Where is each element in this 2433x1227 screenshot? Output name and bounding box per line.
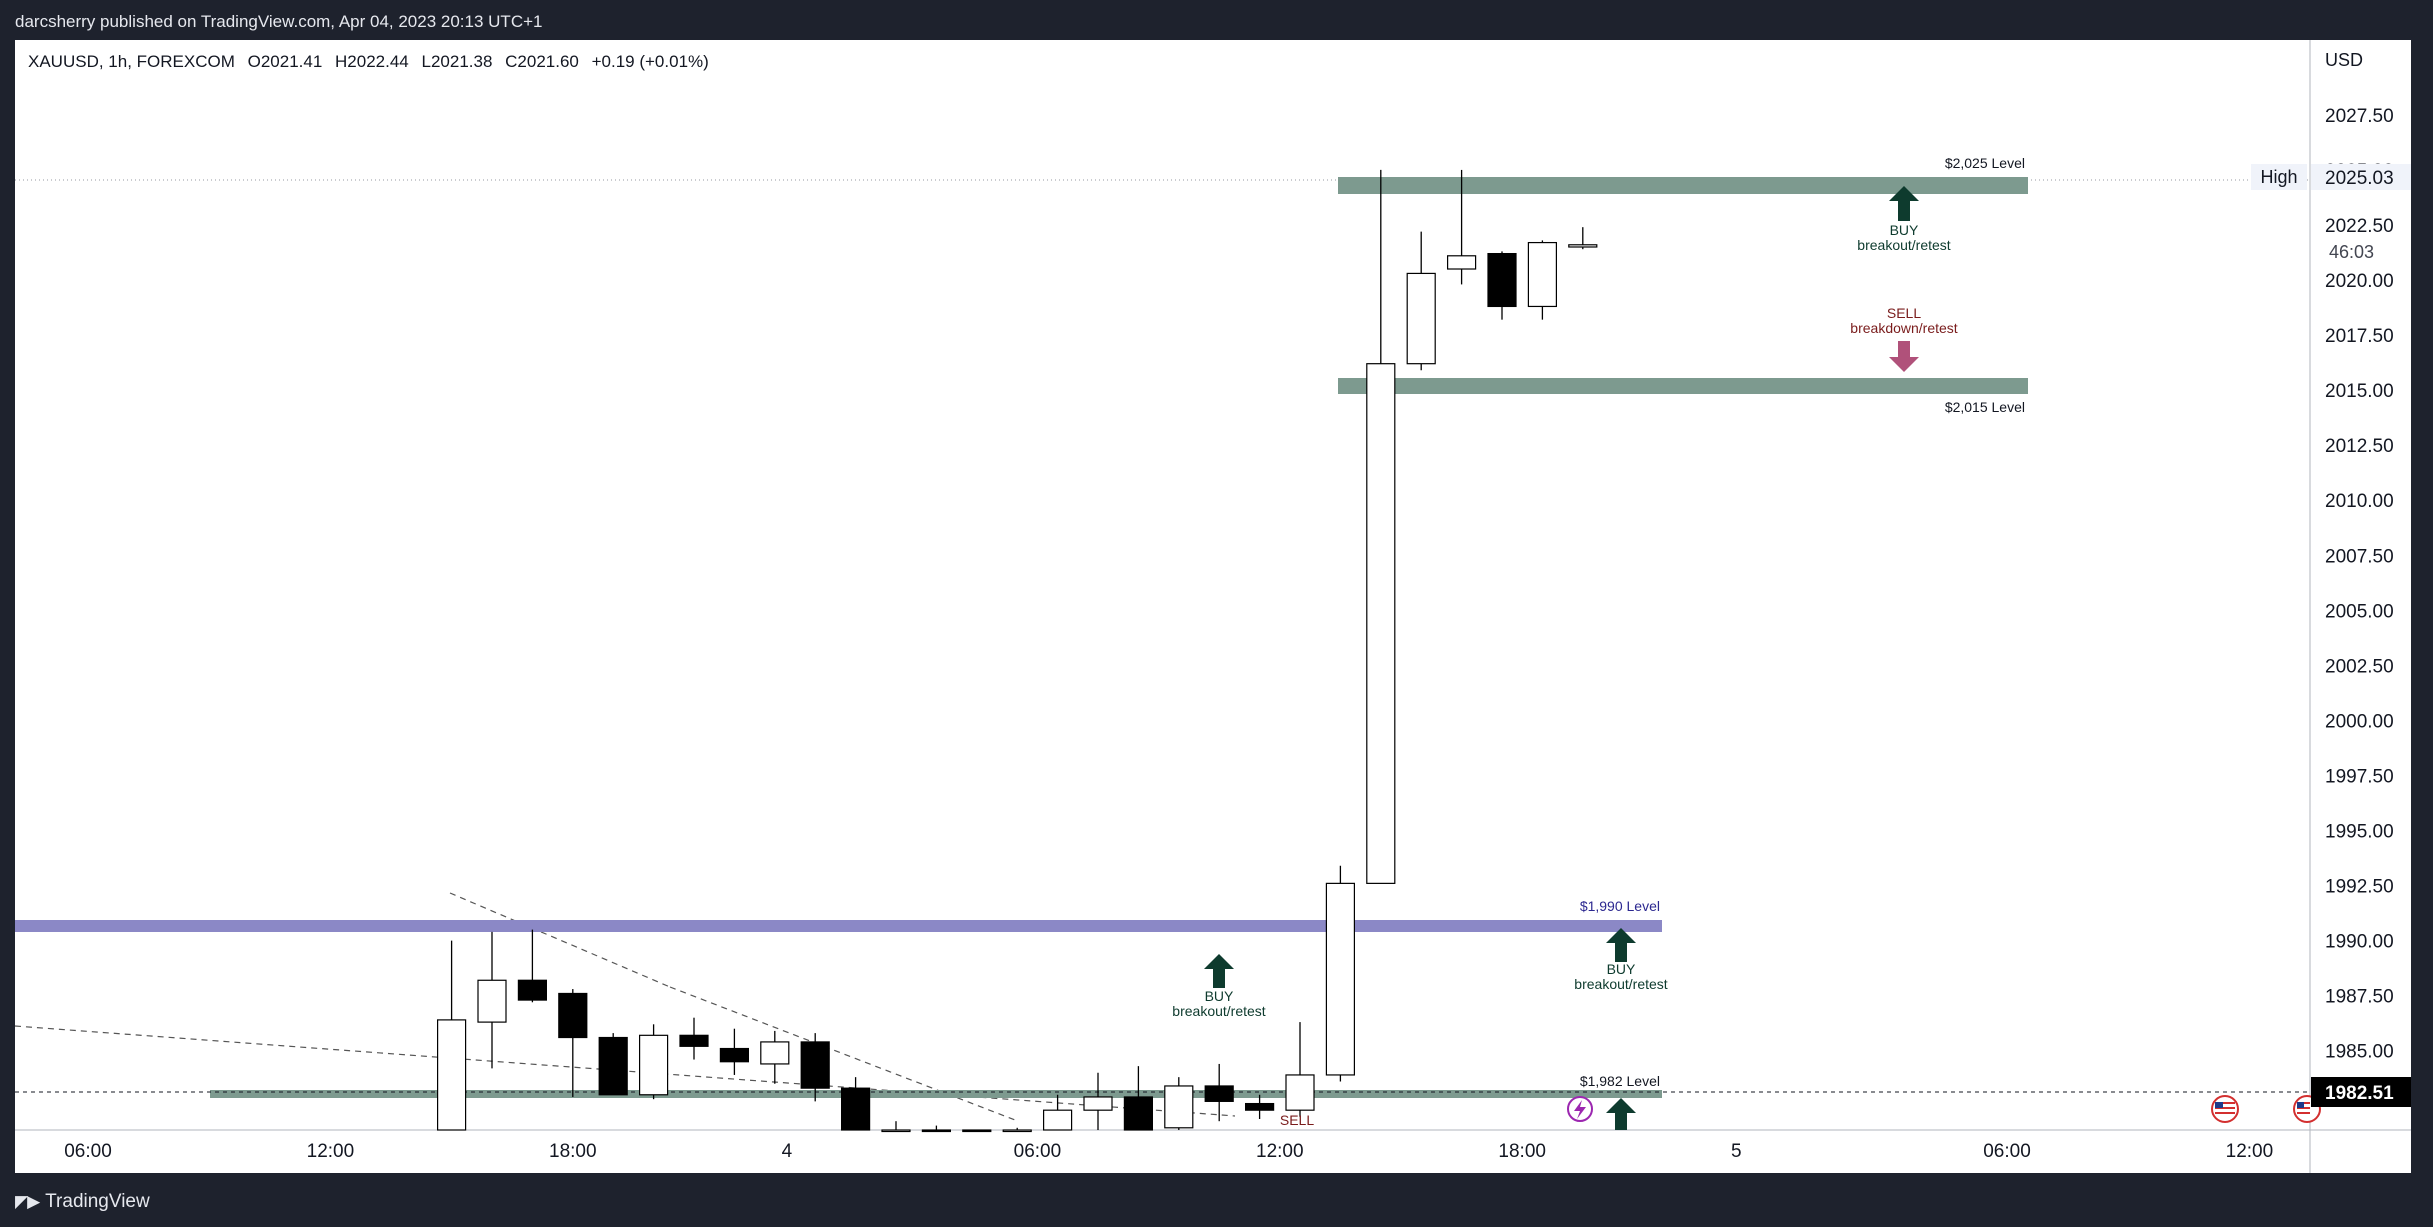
price-tick-label: 1992.50 — [2325, 877, 2394, 898]
price-tick-label: 1987.50 — [2325, 987, 2394, 1008]
chart-svg[interactable]: XAUUSD, 1h, FOREXCOM O2021.41 H2022.44 L… — [14, 40, 2411, 1173]
price-tick-label: 2005.00 — [2325, 601, 2394, 622]
time-tick-label: 4 — [782, 1141, 793, 1162]
legend-change: +0.19 (+0.01%) — [592, 52, 709, 71]
price-tick-label: 2000.00 — [2325, 711, 2394, 732]
candle — [962, 1129, 992, 1133]
candle-body-bull — [1568, 244, 1598, 248]
candle — [1325, 865, 1356, 1082]
price-tick-label: 2017.50 — [2325, 326, 2394, 347]
legend-open: O2021.41 — [248, 52, 323, 71]
candle-body-bull — [1406, 272, 1436, 365]
candle-body-bear — [800, 1041, 830, 1089]
tradingview-brand: TradingView — [45, 1191, 150, 1212]
candle — [638, 1024, 669, 1100]
price-tick-label: 2010.00 — [2325, 491, 2394, 512]
legend-line: XAUUSD, 1h, FOREXCOM O2021.41 H2022.44 L… — [28, 52, 709, 71]
chart-area[interactable]: XAUUSD, 1h, FOREXCOM O2021.41 H2022.44 L… — [14, 40, 2411, 1173]
buy-mid-label: BUY — [1205, 988, 1234, 1004]
candle-body-bull — [1083, 1096, 1113, 1111]
time-tick-label: 18:00 — [1498, 1141, 1546, 1162]
candle-body-bull — [477, 979, 507, 1023]
candle-body-bear — [1487, 252, 1517, 308]
price-tick-label: 2002.50 — [2325, 656, 2394, 677]
sell-top-sub: breakdown/retest — [1850, 320, 1958, 336]
buy-top-label: BUY — [1890, 222, 1919, 238]
price-tick-label: 2015.00 — [2325, 381, 2394, 402]
last-price: 1982.51 — [2325, 1083, 2394, 1104]
candle-body-bull — [638, 1034, 669, 1096]
candle-body-bear — [1204, 1085, 1234, 1102]
high-value: 2025.03 — [2325, 168, 2394, 189]
price-tick-label: 2012.50 — [2325, 436, 2394, 457]
candle-body-bull — [1446, 255, 1477, 270]
price-tick-label: 1995.00 — [2325, 822, 2394, 843]
candle-body-bull — [1042, 1109, 1073, 1131]
time-tick-label: 18:00 — [549, 1141, 597, 1162]
candle-body-bear — [679, 1034, 709, 1047]
level-label-2015: $2,015 Level — [1945, 399, 2025, 415]
price-tick-label: 1990.00 — [2325, 932, 2394, 953]
sell-low-label: SELL — [1280, 1112, 1314, 1128]
footer-bar — [0, 1173, 2433, 1227]
candle-body-bear — [921, 1129, 952, 1133]
candle-body-bear — [719, 1047, 750, 1063]
legend-close: C2021.60 — [505, 52, 579, 71]
legend-high: H2022.44 — [335, 52, 409, 71]
level-zone-2015[interactable] — [1338, 378, 2028, 394]
publisher-text: darcsherry published on TradingView.com,… — [15, 12, 543, 31]
candle-body-bull — [1002, 1129, 1032, 1133]
level-label-1990: $1,990 Level — [1580, 898, 1660, 914]
price-tick-label: 2020.00 — [2325, 271, 2394, 292]
time-tick-label: 5 — [1731, 1141, 1742, 1162]
high-tag-label: High — [2260, 167, 2297, 187]
candle-body-bull — [1164, 1085, 1194, 1129]
candle-body-bear — [962, 1129, 992, 1133]
price-tick-label: 1997.50 — [2325, 766, 2394, 787]
level-label-2025: $2,025 Level — [1945, 155, 2025, 171]
price-tick-label: 1985.00 — [2325, 1042, 2394, 1063]
candle-body-bear — [1123, 1096, 1154, 1131]
tradingview-logo[interactable]: ◤▶ TradingView — [15, 1191, 150, 1213]
time-tick-label: 12:00 — [307, 1141, 355, 1162]
sell-top-label: SELL — [1887, 305, 1921, 321]
level-zone-2025[interactable] — [1338, 177, 2028, 194]
level-zone-1990[interactable] — [15, 920, 1662, 932]
candle-body-bull — [1366, 363, 1396, 884]
us-flag-icon[interactable] — [2211, 1095, 2239, 1123]
level-zone-1982[interactable] — [210, 1090, 1662, 1098]
legend-symbol: XAUUSD, 1h, FOREXCOM — [28, 52, 235, 71]
candle-body-bear — [517, 979, 547, 1001]
price-tick-label: 2007.50 — [2325, 546, 2394, 567]
candle — [598, 1033, 628, 1096]
time-tick-label: 06:00 — [64, 1141, 112, 1162]
candle-body-bull — [881, 1129, 911, 1133]
price-tick-label: 2027.50 — [2325, 106, 2394, 127]
currency-label: USD — [2325, 50, 2363, 70]
level-label-1982: $1,982 Level — [1580, 1073, 1660, 1089]
header-bar: darcsherry published on TradingView.com,… — [0, 0, 2433, 40]
candle-body-bull — [760, 1041, 790, 1065]
time-tick-label: 06:00 — [1014, 1141, 1062, 1162]
time-tick-label: 12:00 — [2226, 1141, 2274, 1162]
time-tick-label: 06:00 — [1983, 1141, 2031, 1162]
lightning-icon[interactable] — [1567, 1096, 1593, 1122]
buy-top-sub: breakout/retest — [1857, 237, 1950, 253]
legend-low: L2021.38 — [422, 52, 493, 71]
candle-body-bear — [840, 1087, 871, 1131]
tradingview-mark-icon: ◤▶ — [15, 1192, 40, 1211]
candle-body-bull — [1527, 241, 1558, 308]
countdown: 46:03 — [2329, 242, 2374, 262]
time-tick-label: 12:00 — [1256, 1141, 1304, 1162]
buy-1990-sub: breakout/retest — [1574, 976, 1667, 992]
candle-body-bear — [558, 992, 588, 1039]
buy-1990-label: BUY — [1607, 961, 1636, 977]
buy-mid-sub: breakout/retest — [1172, 1003, 1265, 1019]
price-tick-label: 2022.50 — [2325, 216, 2394, 237]
candle-body-bear — [1244, 1102, 1275, 1111]
candle-body-bear — [598, 1036, 628, 1096]
candle-body-bull — [1325, 882, 1356, 1076]
candle-body-bull — [437, 1019, 467, 1131]
candle-body-bull — [1285, 1074, 1315, 1111]
